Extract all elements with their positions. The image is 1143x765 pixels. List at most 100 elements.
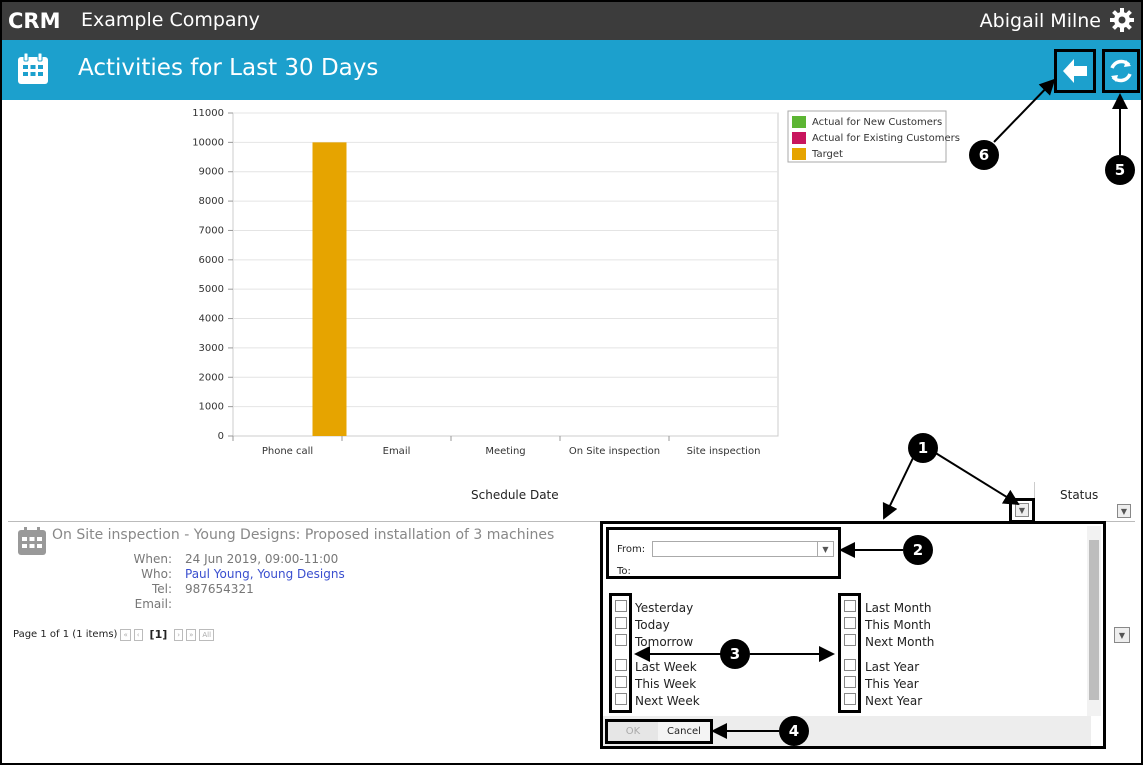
activity-calendar-icon: [18, 527, 46, 555]
x-tick-label: Site inspection: [687, 446, 761, 457]
option-this-month[interactable]: This Month: [865, 618, 931, 632]
y-tick-label: 10000: [192, 137, 224, 148]
crm-logo-icon[interactable]: CRM: [8, 8, 72, 32]
refresh-button[interactable]: [1102, 49, 1140, 93]
when-value: 24 Jun 2019, 09:00-11:00: [185, 552, 339, 566]
y-tick-label: 0: [218, 431, 224, 442]
date-range-box: From: ▼ To:: [606, 527, 841, 579]
when-label: When:: [133, 552, 172, 566]
callout-4: 4: [779, 716, 809, 746]
who-label: Who:: [141, 567, 172, 581]
page-title: Activities for Last 30 Days: [78, 55, 379, 81]
page-size-dropdown-button[interactable]: ▼: [1114, 627, 1130, 643]
checkbox-last-month[interactable]: [844, 600, 856, 612]
option-last-month[interactable]: Last Month: [865, 601, 931, 615]
callout-6: 6: [969, 140, 999, 170]
option-this-year[interactable]: This Year: [865, 677, 919, 691]
cancel-button[interactable]: Cancel: [658, 722, 710, 741]
popup-scrollbar-thumb[interactable]: [1089, 540, 1099, 700]
pager-summary: Page 1 of 1 (1 items): [13, 629, 118, 640]
pager-prev-button[interactable]: ‹: [133, 628, 143, 641]
x-tick-label: Email: [383, 446, 411, 457]
pager-last-button[interactable]: »: [186, 628, 197, 641]
page-header: Activities for Last 30 Days: [0, 40, 1143, 100]
pager-current-page: [1]: [149, 628, 168, 641]
popup-button-group: OK Cancel: [605, 719, 713, 744]
column-header-schedule-date[interactable]: Schedule Date: [471, 488, 559, 502]
checkbox-this-week[interactable]: [615, 676, 627, 688]
who-link[interactable]: Paul Young, Young Designs: [185, 567, 345, 581]
chevron-down-icon: ▼: [1018, 505, 1026, 515]
y-tick-label: 6000: [199, 255, 224, 266]
callout-1: 1: [908, 433, 938, 463]
ok-button[interactable]: OK: [608, 722, 658, 741]
checkbox-today[interactable]: [615, 617, 627, 629]
x-tick-label: On Site inspection: [569, 446, 660, 457]
checkbox-tomorrow[interactable]: [615, 634, 627, 646]
option-next-week[interactable]: Next Week: [635, 694, 700, 708]
left-checkbox-group: [609, 593, 632, 713]
gear-icon[interactable]: [1109, 7, 1135, 33]
option-last-year[interactable]: Last Year: [865, 660, 919, 674]
option-next-month[interactable]: Next Month: [865, 635, 934, 649]
legend-label: Actual for New Customers: [812, 117, 942, 128]
option-last-week[interactable]: Last Week: [635, 660, 697, 674]
arrow-1a: [882, 457, 914, 520]
y-tick-label: 5000: [199, 284, 224, 295]
pager: Page 1 of 1 (1 items) « ‹ [1] › » All: [13, 628, 215, 641]
popup-footer: OK Cancel: [603, 716, 1091, 746]
legend-label: Actual for Existing Customers: [812, 133, 960, 144]
y-tick-label: 11000: [192, 108, 224, 119]
y-tick-label: 8000: [199, 196, 224, 207]
refresh-icon: [1110, 59, 1132, 83]
checkbox-next-month[interactable]: [844, 634, 856, 646]
user-name[interactable]: Abigail Milne: [980, 10, 1101, 32]
activity-title[interactable]: On Site inspection - Young Designs: Prop…: [52, 527, 554, 543]
x-tick-label: Phone call: [262, 446, 313, 457]
from-date-input[interactable]: ▼: [652, 541, 834, 557]
email-label: Email:: [134, 597, 172, 611]
option-this-week[interactable]: This Week: [635, 677, 696, 691]
calendar-icon: [18, 52, 48, 84]
column-header-status[interactable]: Status: [1060, 488, 1098, 502]
checkbox-this-year[interactable]: [844, 676, 856, 688]
bar: [312, 142, 347, 436]
company-name: Example Company: [81, 9, 260, 31]
option-next-year[interactable]: Next Year: [865, 694, 922, 708]
from-date-dropdown-button[interactable]: ▼: [817, 542, 833, 556]
option-yesterday[interactable]: Yesterday: [635, 601, 693, 615]
legend-label: Target: [811, 149, 843, 160]
checkbox-next-year[interactable]: [844, 693, 856, 705]
chevron-down-icon: ▼: [1120, 506, 1128, 516]
checkbox-yesterday[interactable]: [615, 600, 627, 612]
y-tick-label: 7000: [199, 225, 224, 236]
pager-first-button[interactable]: «: [120, 628, 131, 641]
legend-swatch: [792, 132, 806, 144]
back-button[interactable]: [1054, 49, 1096, 93]
pager-all-button[interactable]: All: [199, 628, 215, 641]
pager-next-button[interactable]: ›: [174, 628, 184, 641]
callout-2: 2: [903, 535, 933, 565]
y-tick-label: 3000: [199, 343, 224, 354]
popup-scrollbar[interactable]: [1087, 526, 1101, 716]
y-tick-label: 2000: [199, 372, 224, 383]
y-tick-label: 1000: [199, 402, 224, 413]
x-tick-label: Meeting: [485, 446, 525, 457]
chevron-down-icon: ▼: [822, 544, 829, 554]
checkbox-last-year[interactable]: [844, 659, 856, 671]
right-checkbox-group: [838, 593, 861, 713]
tel-value: 987654321: [185, 582, 254, 596]
top-bar: CRM Example Company Abigail Milne: [0, 0, 1143, 40]
status-filter-button[interactable]: ▼: [1117, 504, 1131, 518]
arrow-left-icon: [1063, 59, 1087, 83]
chevron-down-icon: ▼: [1118, 630, 1126, 640]
checkbox-next-week[interactable]: [615, 693, 627, 705]
option-today[interactable]: Today: [635, 618, 670, 632]
checkbox-this-month[interactable]: [844, 617, 856, 629]
callout-3: 3: [720, 639, 750, 669]
schedule-filter-button[interactable]: ▼: [1015, 503, 1029, 517]
checkbox-last-week[interactable]: [615, 659, 627, 671]
from-label: From:: [617, 544, 646, 555]
svg-text:CRM: CRM: [8, 9, 60, 32]
option-tomorrow[interactable]: Tomorrow: [635, 635, 693, 649]
